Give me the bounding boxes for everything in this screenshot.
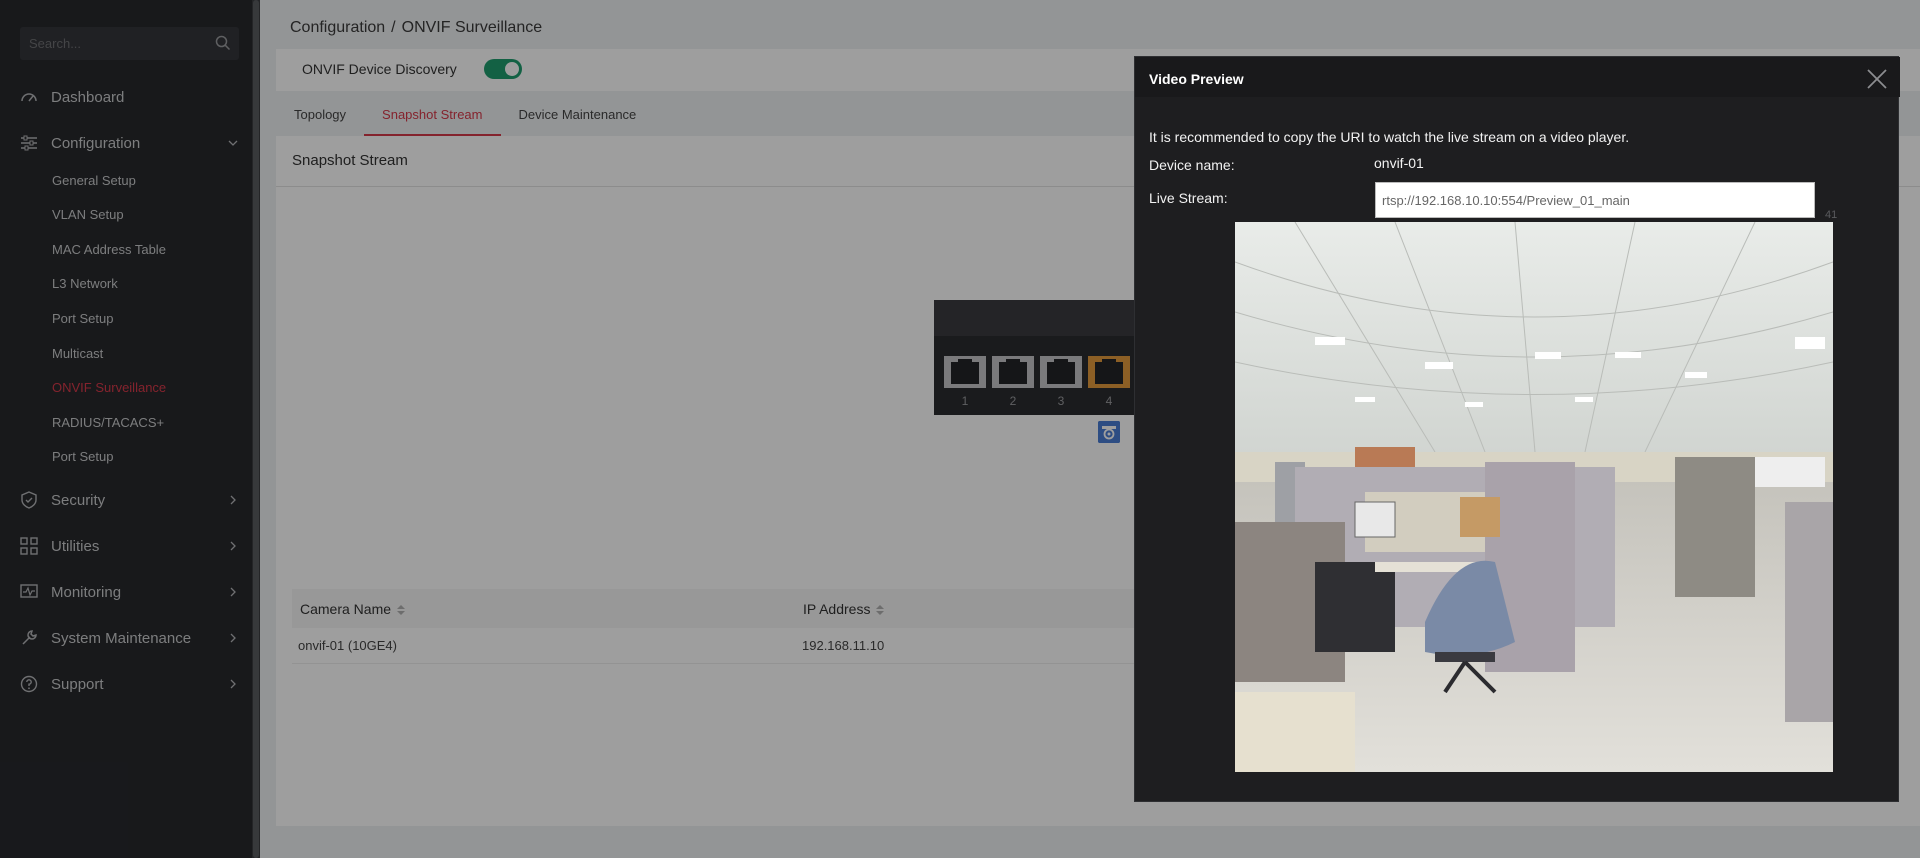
live-stream-label: Live Stream: xyxy=(1149,190,1228,206)
device-name-label: Device name: xyxy=(1149,157,1235,173)
video-preview-modal: Video Preview It is recommended to copy … xyxy=(1134,56,1900,802)
device-name-value: onvif-01 xyxy=(1374,155,1424,171)
modal-header: Video Preview xyxy=(1135,57,1900,97)
modal-hint: It is recommended to copy the URI to wat… xyxy=(1149,129,1630,145)
video-preview-frame xyxy=(1235,222,1833,772)
close-icon[interactable] xyxy=(1866,68,1888,90)
modal-title: Video Preview xyxy=(1149,71,1244,87)
background-mark: 41 xyxy=(1825,209,1838,221)
live-stream-uri-field[interactable] xyxy=(1375,182,1815,218)
